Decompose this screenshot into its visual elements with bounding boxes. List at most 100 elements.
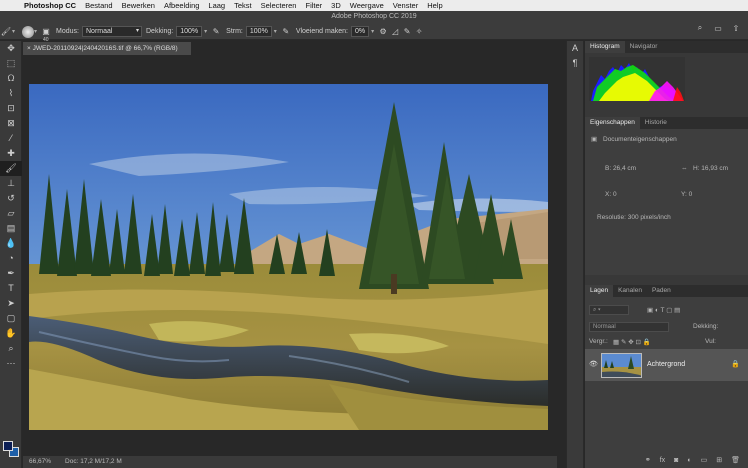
tab-layers[interactable]: Lagen <box>585 285 614 297</box>
dodge-icon[interactable]: ◔ <box>0 251 22 266</box>
tab-histogram[interactable]: Histogram <box>585 41 625 53</box>
lock-icons[interactable]: ▦ ✎ ✥ ⊡ 🔒 <box>613 338 651 346</box>
mac-menubar: Photoshop CC Bestand Bewerken Afbeelding… <box>0 0 748 11</box>
character-panel-icon[interactable]: A <box>567 41 583 56</box>
blur-icon[interactable]: 💧 <box>0 236 22 251</box>
rectangle-icon[interactable]: ▢ <box>0 311 22 326</box>
layer-row[interactable]: 👁 Achtergrond 🔒 <box>585 349 748 381</box>
symmetry-icon[interactable]: ✧ <box>413 27 425 36</box>
gradient-icon[interactable]: ▤ <box>0 221 22 236</box>
opacity-input[interactable]: 100% <box>176 26 203 37</box>
workspace-icon[interactable]: ▭ <box>712 24 724 33</box>
fx-icon[interactable]: fx <box>660 457 665 464</box>
menu-help[interactable]: Help <box>427 1 442 10</box>
document-properties-icon: ▣ <box>591 136 598 143</box>
zoom-icon[interactable]: ⌕ <box>0 341 22 356</box>
menu-app-name[interactable]: Photoshop CC <box>24 1 76 10</box>
brush-preset-picker[interactable] <box>22 25 35 38</box>
brush-settings-icon[interactable]: ▣ <box>40 27 52 36</box>
link-icon[interactable]: ⇔ <box>681 165 688 172</box>
menu-tekst[interactable]: Tekst <box>234 1 252 10</box>
menu-afbeelding[interactable]: Afbeelding <box>164 1 199 10</box>
tab-navigator[interactable]: Navigator <box>625 41 663 53</box>
hand-icon[interactable]: ✋ <box>0 326 22 341</box>
brush-tool-icon[interactable]: 🖌 <box>0 27 12 36</box>
menu-laag[interactable]: Laag <box>208 1 225 10</box>
new-group-icon[interactable]: ▭ <box>701 456 708 464</box>
foreground-color-swatch[interactable] <box>3 441 13 451</box>
lasso-icon[interactable]: ᘯ <box>0 71 22 86</box>
right-panels: Histogram Navigator Eigenschappen Histor… <box>585 41 748 468</box>
more-icon[interactable]: ⋯ <box>0 356 22 371</box>
status-bar: 66,67% Doc: 17,2 M/17,2 M <box>23 456 557 468</box>
flow-label: Strm: <box>226 28 243 35</box>
search-icon[interactable]: ⌕ <box>694 23 706 33</box>
history-brush-icon[interactable]: ↺ <box>0 191 22 206</box>
quick-select-icon[interactable]: ⌇ <box>0 86 22 101</box>
menu-venster[interactable]: Venster <box>393 1 418 10</box>
tool-preset-chevron-icon[interactable]: ▾ <box>12 28 15 35</box>
layer-lock-icon: 🔒 <box>731 361 740 368</box>
window-title: Adobe Photoshop CC 2019 <box>331 13 417 20</box>
smoothing-gear-icon[interactable]: ⚙ <box>377 27 389 36</box>
share-icon[interactable]: ⇧ <box>730 24 742 33</box>
stamp-icon[interactable]: ⊥ <box>0 176 22 191</box>
type-icon[interactable]: T <box>0 281 22 296</box>
marquee-icon[interactable]: ⬚ <box>0 56 22 71</box>
pressure-opacity-icon[interactable]: ✎ <box>210 27 222 36</box>
add-mask-icon[interactable]: ◙ <box>674 457 678 464</box>
brush-icon[interactable]: 🖌 <box>0 161 22 176</box>
flow-chevron-icon[interactable]: ▾ <box>274 28 277 35</box>
pressure-size-icon[interactable]: ✎ <box>401 27 413 36</box>
delete-layer-icon[interactable]: 🗑 <box>731 456 740 464</box>
menu-selecteren[interactable]: Selecteren <box>261 1 297 10</box>
menu-bestand[interactable]: Bestand <box>85 1 113 10</box>
airbrush-icon[interactable]: ✎ <box>280 27 292 36</box>
flow-input[interactable]: 100% <box>245 26 272 37</box>
menu-filter[interactable]: Filter <box>305 1 322 10</box>
adjustment-layer-icon[interactable]: ◐ <box>687 457 691 464</box>
layer-name[interactable]: Achtergrond <box>647 361 685 368</box>
eyedropper-icon[interactable]: ⁄ <box>0 131 22 146</box>
close-icon[interactable]: × <box>27 45 31 52</box>
lock-label: Vergr.: <box>589 338 608 345</box>
paragraph-panel-icon[interactable]: ¶ <box>567 56 583 71</box>
layer-filter-icons[interactable]: ▣ ◐ T ▢ ▤ <box>647 306 680 314</box>
visibility-eye-icon[interactable]: 👁 <box>589 360 598 368</box>
document-photo[interactable] <box>29 84 548 430</box>
angle-icon[interactable]: ◿ <box>389 27 401 36</box>
layer-filter-select[interactable]: ⌕ ▾ <box>589 305 629 315</box>
smoothing-label: Vloeiend maken: <box>295 28 348 35</box>
new-layer-icon[interactable]: ⊞ <box>716 456 722 464</box>
properties-height[interactable]: H: 16,93 cm <box>693 165 728 172</box>
document-tab[interactable]: × JWED-20110924|24042016S.tif @ 66,7% (R… <box>23 42 191 55</box>
blend-mode-select[interactable]: Normaal <box>589 322 669 332</box>
link-layers-icon[interactable]: ⚭ <box>645 456 651 464</box>
move-icon[interactable]: ✥ <box>0 41 22 56</box>
properties-x[interactable]: X: 0 <box>605 191 617 198</box>
tab-history[interactable]: Historie <box>640 117 672 129</box>
menu-3d[interactable]: 3D <box>331 1 341 10</box>
pen-icon[interactable]: ✒ <box>0 266 22 281</box>
smoothing-chevron-icon[interactable]: ▾ <box>371 28 374 35</box>
mode-select[interactable]: Normaal <box>82 26 142 37</box>
brush-preset-chevron-icon[interactable]: ▾ <box>34 28 37 35</box>
opacity-chevron-icon[interactable]: ▾ <box>204 28 207 35</box>
eraser-icon[interactable]: ▱ <box>0 206 22 221</box>
options-bar: Adobe Photoshop CC 2019 🖌 ▾ ▾ ▣ Modus: N… <box>0 11 748 43</box>
path-select-icon[interactable]: ➤ <box>0 296 22 311</box>
tab-channels[interactable]: Kanalen <box>613 285 647 297</box>
crop-icon[interactable]: ⊡ <box>0 101 22 116</box>
healing-icon[interactable]: ✚ <box>0 146 22 161</box>
properties-y[interactable]: Y: 0 <box>681 191 692 198</box>
smoothing-input[interactable]: 0% <box>350 26 370 37</box>
properties-width[interactable]: B: 26,4 cm <box>605 165 636 172</box>
color-swatches[interactable] <box>3 441 19 457</box>
frame-icon[interactable]: ⊠ <box>0 116 22 131</box>
menu-weergave[interactable]: Weergave <box>350 1 384 10</box>
tab-paths[interactable]: Paden <box>647 285 676 297</box>
status-zoom[interactable]: 66,67% <box>29 456 51 468</box>
menu-bewerken[interactable]: Bewerken <box>122 1 155 10</box>
apple-icon[interactable] <box>9 1 18 10</box>
tab-properties[interactable]: Eigenschappen <box>585 117 640 129</box>
